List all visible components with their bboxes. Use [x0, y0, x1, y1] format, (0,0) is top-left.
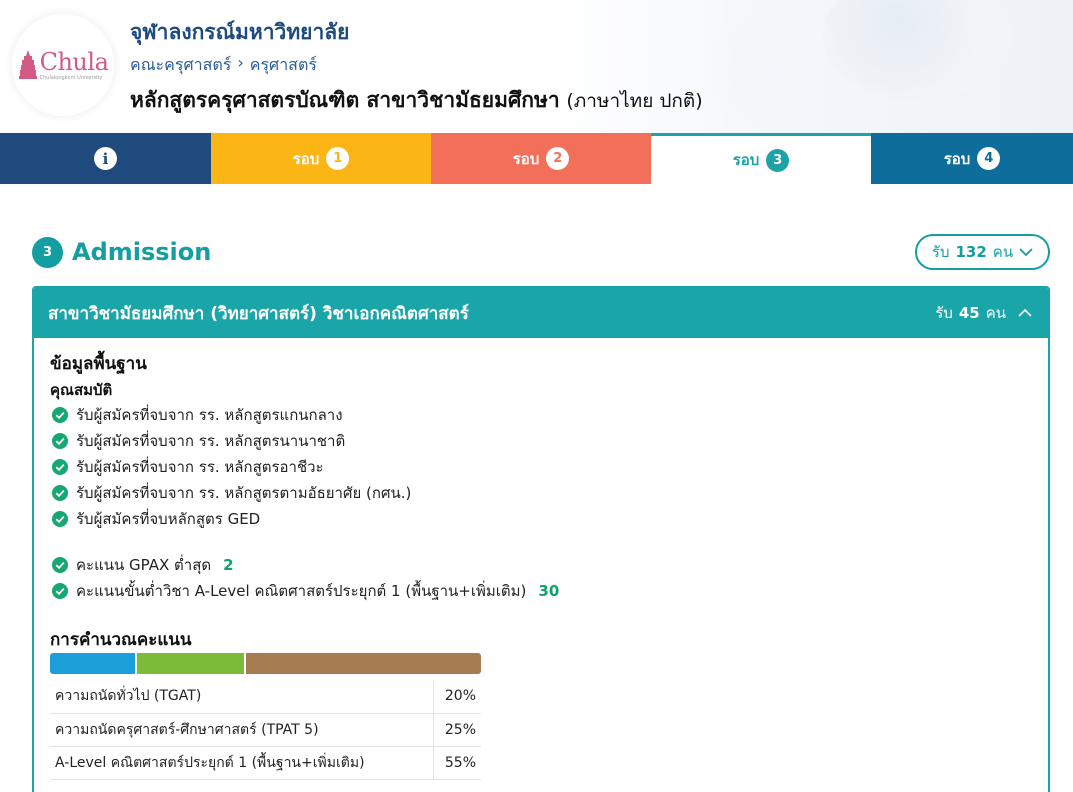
- header-decoration: [823, 0, 1013, 100]
- weight-bar: [50, 653, 481, 674]
- quota-prefix: รับ: [931, 243, 950, 261]
- check-circle-icon: [52, 407, 68, 423]
- quota-unit: คน: [985, 304, 1006, 322]
- score-requirement-list: คะแนน GPAX ต่ำสุด 2 คะแนนขั้นต่ำวิชา A-L…: [52, 552, 559, 604]
- tab-label: รอบ: [943, 149, 971, 168]
- program-card-header[interactable]: สาขาวิชามัธยมศึกษา (วิทยาศาสตร์) วิชาเอก…: [34, 288, 1048, 338]
- list-item: คะแนนขั้นต่ำวิชา A-Level คณิตศาสตร์ประยุ…: [52, 578, 559, 604]
- score-value: 2: [223, 556, 234, 574]
- check-circle-icon: [52, 485, 68, 501]
- quota-prefix: รับ: [935, 304, 953, 322]
- program-title: หลักสูตรครุศาสตรบัณฑิต สาขาวิชามัธยมศึกษ…: [130, 84, 703, 117]
- score-label: คะแนนขั้นต่ำวิชา A-Level คณิตศาสตร์ประยุ…: [76, 582, 527, 600]
- list-item: รับผู้สมัครที่จบหลักสูตร GED: [52, 506, 411, 532]
- score-label: คะแนน GPAX ต่ำสุด: [76, 556, 212, 574]
- check-circle-icon: [52, 459, 68, 475]
- qualification-title: คุณสมบัติ: [50, 381, 113, 399]
- percent-cell: 25%: [432, 713, 481, 747]
- university-name: จุฬาลงกรณ์มหาวิทยาลัย: [130, 20, 350, 44]
- chevron-down-icon: [1019, 248, 1033, 257]
- check-circle-icon: [52, 433, 68, 449]
- tab-label: รอบ: [512, 149, 540, 168]
- list-item: รับผู้สมัครที่จบจาก รร. หลักสูตรอาชีวะ: [52, 454, 411, 480]
- subject-cell: ความถนัดทั่วไป (TGAT): [50, 680, 433, 714]
- logo-subtitle: Chulalongkorn University: [39, 75, 103, 81]
- program-quota: รับ 45 คน: [935, 301, 1032, 325]
- page-header: Chula Chulalongkorn University จุฬาลงกรณ…: [0, 0, 1073, 133]
- requirement-text: รับผู้สมัครที่จบหลักสูตร GED: [76, 510, 261, 528]
- chula-emblem-icon: [18, 50, 37, 79]
- tab-number-badge: 3: [766, 148, 790, 172]
- breadcrumb: คณะครุศาสตร์ › ครุศาสตร์: [130, 53, 317, 78]
- basic-info-title: ข้อมูลพื้นฐาน: [50, 354, 147, 374]
- header-decoration: [703, 10, 823, 130]
- breadcrumb-field[interactable]: ครุศาสตร์: [250, 53, 317, 78]
- score-value: 30: [538, 582, 560, 600]
- tab-round-2[interactable]: รอบ 2: [431, 133, 651, 184]
- requirement-text: รับผู้สมัครที่จบจาก รร. หลักสูตรแกนกลาง: [76, 406, 343, 424]
- university-logo[interactable]: Chula Chulalongkorn University: [12, 14, 114, 116]
- percent-cell: 55%: [432, 746, 481, 780]
- list-item: รับผู้สมัครที่จบจาก รร. หลักสูตรแกนกลาง: [52, 402, 411, 428]
- tab-number-badge: 1: [326, 147, 350, 170]
- weight-table: ความถนัดทั่วไป (TGAT) 20% ความถนัดครุศาส…: [50, 680, 481, 780]
- weight-segment-alevel-math: [246, 653, 481, 674]
- tab-round-4[interactable]: รอบ 4: [871, 133, 1073, 184]
- tab-round-1[interactable]: รอบ 1: [211, 133, 431, 184]
- program-card-title: สาขาวิชามัธยมศึกษา (วิทยาศาสตร์) วิชาเอก…: [48, 303, 469, 324]
- list-item: คะแนน GPAX ต่ำสุด 2: [52, 552, 559, 578]
- tab-info[interactable]: i: [0, 133, 211, 184]
- program-name: หลักสูตรครุศาสตรบัณฑิต สาขาวิชามัธยมศึกษ…: [130, 88, 560, 112]
- program-card: สาขาวิชามัธยมศึกษา (วิทยาศาสตร์) วิชาเอก…: [32, 286, 1050, 792]
- tab-number-badge: 4: [977, 147, 1001, 170]
- table-row: ความถนัดครุศาสตร์-ศึกษาศาสตร์ (TPAT 5) 2…: [50, 713, 481, 747]
- logo-wordmark: Chula: [39, 48, 109, 76]
- quota-number: 45: [958, 304, 980, 322]
- section-title: Admission: [72, 238, 212, 266]
- tab-label: รอบ: [292, 149, 320, 168]
- score-calculation-title: การคำนวณคะแนน: [50, 630, 192, 650]
- tab-label: รอบ: [732, 151, 760, 169]
- check-circle-icon: [52, 511, 68, 527]
- quota-unit: คน: [992, 243, 1014, 261]
- table-row: A-Level คณิตศาสตร์ประยุกต์ 1 (พื้นฐาน+เพ…: [50, 746, 481, 780]
- tab-number-badge: 2: [546, 147, 570, 170]
- subject-cell: A-Level คณิตศาสตร์ประยุกต์ 1 (พื้นฐาน+เพ…: [50, 746, 433, 780]
- requirement-text: รับผู้สมัครที่จบจาก รร. หลักสูตรตามอัธยา…: [76, 484, 412, 502]
- section-number-badge: 3: [32, 237, 63, 268]
- round-tabs: i รอบ 1 รอบ 2 รอบ 3 รอบ 4: [0, 133, 1073, 184]
- total-quota-toggle[interactable]: รับ 132 คน: [915, 234, 1050, 270]
- table-row: ความถนัดทั่วไป (TGAT) 20%: [50, 680, 481, 714]
- info-icon: i: [94, 147, 117, 170]
- list-item: รับผู้สมัครที่จบจาก รร. หลักสูตรตามอัธยา…: [52, 480, 411, 506]
- weight-segment-tpat5: [137, 653, 245, 674]
- chevron-up-icon[interactable]: [1018, 308, 1032, 318]
- requirement-text: รับผู้สมัครที่จบจาก รร. หลักสูตรนานาชาติ: [76, 432, 346, 450]
- requirement-text: รับผู้สมัครที่จบจาก รร. หลักสูตรอาชีวะ: [76, 458, 324, 476]
- tab-round-3[interactable]: รอบ 3: [651, 133, 871, 184]
- subject-cell: ความถนัดครุศาสตร์-ศึกษาศาสตร์ (TPAT 5): [50, 713, 433, 747]
- list-item: รับผู้สมัครที่จบจาก รร. หลักสูตรนานาชาติ: [52, 428, 411, 454]
- weight-segment-tgat: [50, 653, 136, 674]
- program-note: (ภาษาไทย ปกติ): [566, 90, 703, 112]
- quota-number: 132: [955, 243, 987, 261]
- requirement-list: รับผู้สมัครที่จบจาก รร. หลักสูตรแกนกลาง …: [52, 402, 411, 532]
- breadcrumb-separator: ›: [237, 53, 244, 72]
- check-circle-icon: [52, 583, 68, 599]
- breadcrumb-faculty[interactable]: คณะครุศาสตร์: [130, 53, 231, 78]
- percent-cell: 20%: [432, 680, 481, 714]
- check-circle-icon: [52, 557, 68, 573]
